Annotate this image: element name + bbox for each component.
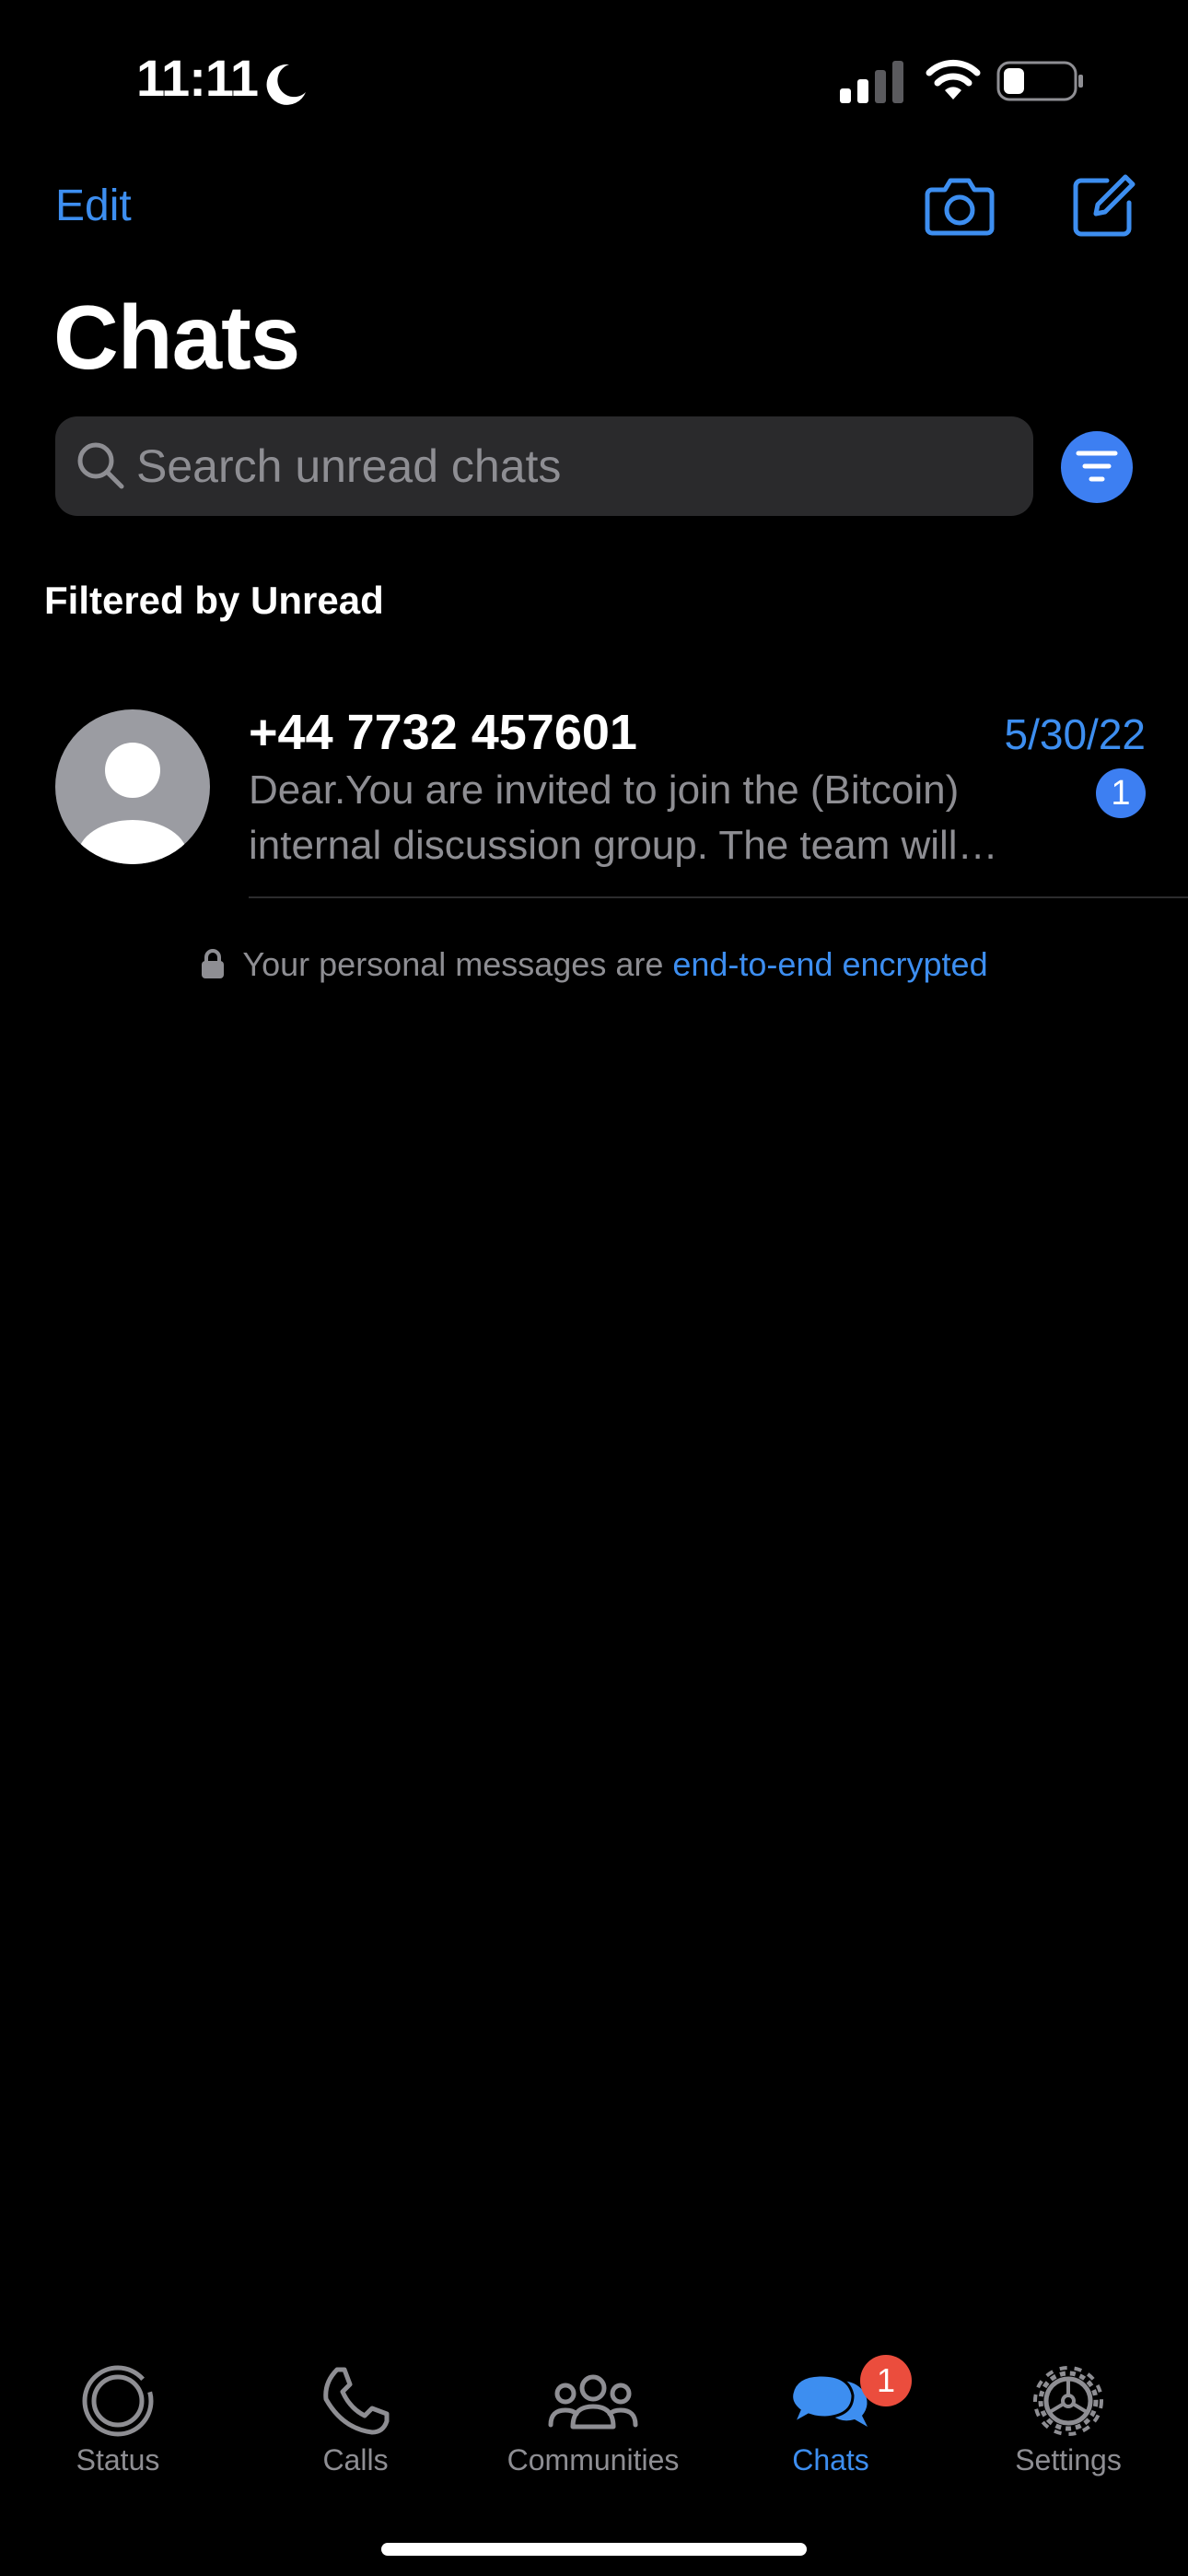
filter-icon [1076, 451, 1118, 482]
avatar [55, 709, 210, 864]
battery-icon [996, 61, 1083, 101]
tab-communities[interactable]: Communities [492, 2348, 694, 2486]
home-indicator [381, 2543, 807, 2556]
search-icon [77, 442, 124, 489]
edit-button[interactable]: Edit [55, 181, 132, 231]
moon-icon [266, 64, 306, 105]
tab-communities-label: Communities [507, 2443, 680, 2476]
encryption-text: Your personal messages are [242, 945, 673, 983]
settings-icon [1033, 2366, 1103, 2436]
divider [249, 896, 1188, 898]
unread-badge: 1 [1096, 768, 1146, 818]
tab-chats-label: Chats [792, 2443, 869, 2476]
filter-button[interactable] [1061, 431, 1133, 503]
chat-date: 5/30/22 [1004, 710, 1146, 758]
phone-icon [323, 2367, 390, 2435]
compose-icon[interactable] [1070, 171, 1136, 238]
tab-settings[interactable]: Settings [967, 2348, 1170, 2486]
tab-status-label: Status [76, 2443, 160, 2476]
filter-label: Filtered by Unread [44, 579, 384, 622]
wifi-icon [926, 59, 981, 100]
communities-icon [548, 2374, 638, 2430]
status-icon [82, 2365, 154, 2437]
tab-calls[interactable]: Calls [254, 2348, 457, 2486]
encryption-link[interactable]: end-to-end encrypted [672, 945, 987, 983]
status-bar-time: 11:11 [136, 49, 259, 107]
camera-icon[interactable] [925, 173, 995, 238]
tab-calls-label: Calls [322, 2443, 389, 2476]
chats-tab-badge: 1 [860, 2355, 912, 2406]
search-placeholder: Search unread chats [136, 440, 562, 492]
tab-settings-label: Settings [1015, 2443, 1122, 2476]
chat-list-item[interactable]: +44 7732 457601 5/30/22 Dear.You are inv… [0, 682, 1188, 898]
tab-status[interactable]: Status [17, 2348, 219, 2486]
encryption-note: Your personal messages are end-to-end en… [0, 945, 1188, 984]
page-title: Chats [53, 287, 300, 388]
search-input[interactable]: Search unread chats [55, 416, 1033, 516]
lock-icon [202, 949, 225, 978]
chat-name: +44 7732 457601 [249, 705, 637, 760]
cellular-signal-icon [840, 61, 903, 103]
chat-preview: Dear.You are invited to join the (Bitcoi… [249, 767, 998, 868]
